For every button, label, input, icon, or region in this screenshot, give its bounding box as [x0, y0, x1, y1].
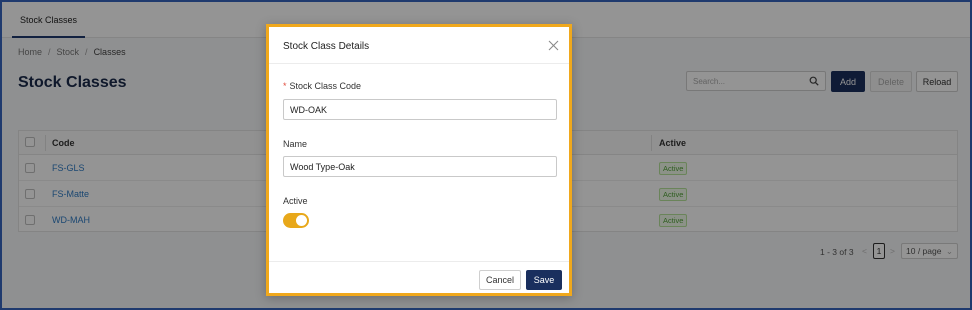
dialog-title: Stock Class Details	[283, 41, 370, 52]
required-marker: *	[283, 81, 287, 91]
dialog-header: Stock Class Details	[269, 27, 569, 64]
active-label: Active	[283, 196, 308, 206]
app-window: Stock Classes Home / Stock / Classes Stock C…	[0, 0, 972, 310]
name-label: Name	[283, 139, 308, 149]
cancel-button[interactable]: Cancel	[479, 270, 521, 290]
stock-class-details-dialog: Stock Class Details *Stock Class Code Na…	[266, 24, 572, 296]
dialog-footer: Cancel Save	[269, 261, 569, 296]
name-field[interactable]	[283, 156, 557, 177]
close-icon[interactable]	[548, 40, 559, 51]
active-toggle[interactable]	[283, 213, 309, 228]
stock-class-code-label: * Stock Class Code	[283, 81, 362, 91]
stock-class-code-field[interactable]	[283, 99, 557, 120]
toggle-knob	[296, 215, 307, 226]
save-button[interactable]: Save	[526, 270, 562, 290]
